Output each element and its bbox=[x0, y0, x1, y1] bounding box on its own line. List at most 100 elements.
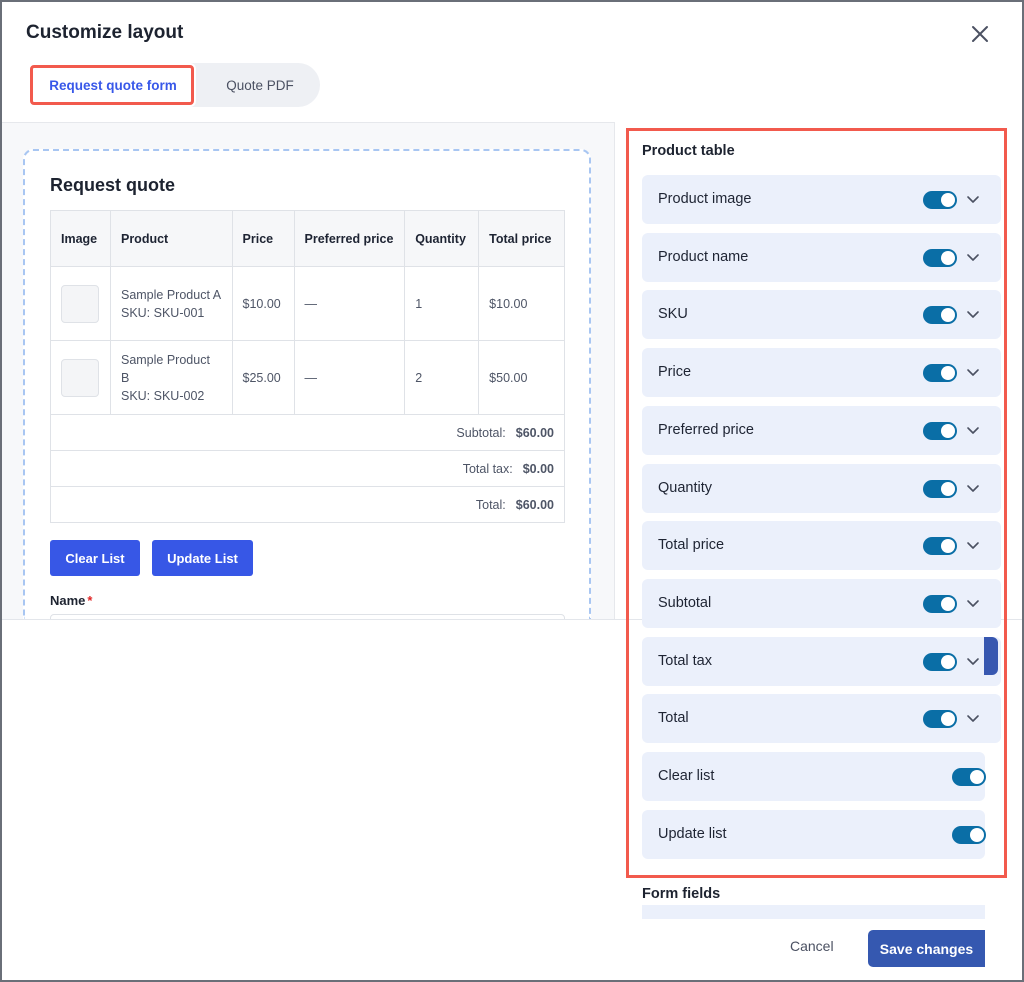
settings-row-update-list[interactable]: Update list bbox=[642, 810, 986, 859]
product-cell: Sample Product A SKU: SKU-001 bbox=[109, 266, 233, 341]
settings-row-label: Product image bbox=[658, 191, 752, 207]
subtotal-row: Subtotal: $60.00 bbox=[50, 414, 565, 451]
product-thumbnail bbox=[61, 358, 99, 397]
toggle-switch[interactable] bbox=[923, 537, 957, 555]
toggle-knob bbox=[941, 655, 955, 669]
toggle-switch[interactable] bbox=[923, 422, 957, 440]
chevron-down-icon[interactable] bbox=[965, 710, 981, 726]
preview-card: Request quote Image Product Price Prefer… bbox=[23, 149, 591, 619]
preferred-price-cell: — bbox=[293, 266, 406, 341]
chevron-down-icon[interactable] bbox=[965, 595, 981, 611]
chevron-down-icon[interactable] bbox=[965, 249, 981, 265]
settings-row-label: Total bbox=[658, 710, 689, 726]
product-sku: SKU: SKU-002 bbox=[120, 388, 205, 403]
save-changes-button[interactable]: Save changes bbox=[868, 930, 985, 967]
toggle-knob bbox=[941, 539, 955, 553]
form-fields-section-title: Form fields bbox=[642, 886, 721, 902]
subtotal-label: Subtotal: bbox=[456, 425, 506, 440]
settings-row-label: Price bbox=[658, 364, 692, 380]
settings-row-label: Quantity bbox=[658, 480, 712, 496]
toggle-switch[interactable] bbox=[923, 249, 957, 267]
toggle-switch[interactable] bbox=[923, 191, 957, 209]
toggle-knob bbox=[941, 251, 955, 265]
settings-row-product-image[interactable]: Product image bbox=[642, 175, 1001, 224]
settings-row-price[interactable]: Price bbox=[642, 348, 1001, 397]
table-row: Sample Product A SKU: SKU-001 $10.00 — 1 … bbox=[50, 266, 565, 341]
column-header: Price bbox=[231, 210, 295, 267]
preferred-price-cell: — bbox=[293, 340, 406, 415]
toggle-switch[interactable] bbox=[952, 826, 986, 844]
chevron-down-icon[interactable] bbox=[965, 306, 981, 322]
cancel-button[interactable]: Cancel bbox=[790, 938, 834, 954]
product-thumbnail bbox=[61, 284, 99, 323]
column-header: Quantity bbox=[404, 210, 480, 267]
settings-row-total-tax[interactable]: Total tax bbox=[642, 637, 1001, 686]
toggle-switch[interactable] bbox=[923, 653, 957, 671]
toggle-knob bbox=[970, 770, 984, 784]
tab-quote-pdf[interactable]: Quote PDF bbox=[208, 63, 312, 107]
chevron-down-icon[interactable] bbox=[965, 480, 981, 496]
column-header: Preferred price bbox=[293, 210, 406, 267]
chevron-down-icon[interactable] bbox=[965, 191, 981, 207]
toggle-knob bbox=[941, 193, 955, 207]
image-cell bbox=[50, 266, 111, 341]
tab-bar: Request quote form Quote PDF bbox=[30, 63, 320, 107]
toggle-knob bbox=[970, 828, 984, 842]
column-header: Image bbox=[50, 210, 111, 267]
dialog-title: Customize layout bbox=[26, 22, 184, 43]
toggle-switch[interactable] bbox=[923, 595, 957, 613]
chevron-down-icon[interactable] bbox=[965, 422, 981, 438]
toggle-switch[interactable] bbox=[952, 768, 986, 786]
settings-row-label: Preferred price bbox=[658, 422, 754, 438]
settings-row-label: Update list bbox=[658, 826, 727, 842]
product-cell: Sample Product B SKU: SKU-002 bbox=[109, 340, 233, 415]
settings-row-quantity[interactable]: Quantity bbox=[642, 464, 1001, 513]
preview-title: Request quote bbox=[50, 175, 176, 195]
chevron-down-icon[interactable] bbox=[965, 364, 981, 380]
settings-row-label: Subtotal bbox=[658, 595, 712, 611]
product-name: Sample Product A bbox=[120, 287, 222, 302]
quantity-cell: 1 bbox=[404, 266, 480, 341]
settings-row-subtotal[interactable]: Subtotal bbox=[642, 579, 1001, 628]
settings-row-label: Product name bbox=[658, 249, 749, 265]
settings-row-total[interactable]: Total bbox=[642, 694, 1001, 743]
update-list-button[interactable]: Update List bbox=[152, 540, 253, 576]
tab-request-quote-form[interactable]: Request quote form bbox=[30, 63, 196, 107]
name-field-label: Name * bbox=[50, 593, 92, 608]
settings-row-total-price[interactable]: Total price bbox=[642, 521, 1001, 570]
tax-label: Total tax: bbox=[462, 461, 513, 476]
product-name: Sample Product B bbox=[120, 352, 210, 385]
divider bbox=[614, 122, 615, 619]
toggle-switch[interactable] bbox=[923, 364, 957, 382]
toggle-knob bbox=[941, 366, 955, 380]
column-header: Total price bbox=[478, 210, 565, 267]
product-sku: SKU: SKU-001 bbox=[120, 305, 205, 320]
toggle-switch[interactable] bbox=[923, 306, 957, 324]
toggle-knob bbox=[941, 597, 955, 611]
tax-value: $0.00 bbox=[522, 461, 554, 476]
clear-list-button[interactable]: Clear List bbox=[50, 540, 140, 576]
total-row: Total: $60.00 bbox=[50, 486, 565, 523]
total-price-cell: $10.00 bbox=[478, 266, 565, 341]
total-label: Total: bbox=[475, 497, 506, 512]
name-label-text: Name bbox=[50, 593, 86, 608]
total-price-cell: $50.00 bbox=[478, 340, 565, 415]
required-marker: * bbox=[87, 593, 93, 608]
image-cell bbox=[50, 340, 111, 415]
table-row: Sample Product B SKU: SKU-002 $25.00 — 2 … bbox=[50, 340, 565, 415]
table-header-row: Image Product Price Preferred price Quan… bbox=[50, 210, 565, 267]
settings-row-product-name[interactable]: Product name bbox=[642, 233, 1001, 282]
toggle-knob bbox=[941, 482, 955, 496]
close-icon[interactable] bbox=[966, 20, 994, 48]
chevron-down-icon[interactable] bbox=[965, 653, 981, 669]
scroll-handle[interactable] bbox=[984, 637, 998, 675]
column-header: Product bbox=[109, 210, 233, 267]
settings-row-sku[interactable]: SKU bbox=[642, 290, 1001, 339]
quantity-cell: 2 bbox=[404, 340, 480, 415]
toggle-switch[interactable] bbox=[923, 710, 957, 728]
chevron-down-icon[interactable] bbox=[965, 537, 981, 553]
total-value: $60.00 bbox=[515, 497, 554, 512]
settings-row-clear-list[interactable]: Clear list bbox=[642, 752, 986, 801]
settings-row-preferred-price[interactable]: Preferred price bbox=[642, 406, 1001, 455]
toggle-switch[interactable] bbox=[923, 480, 957, 498]
